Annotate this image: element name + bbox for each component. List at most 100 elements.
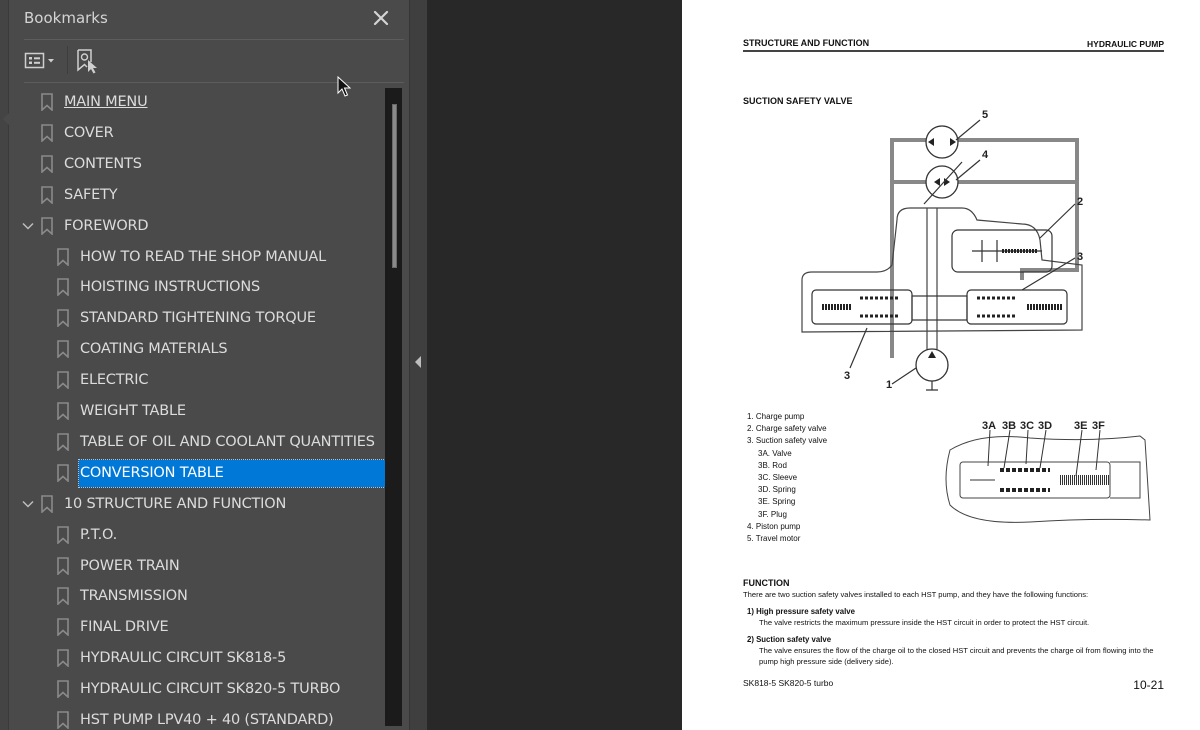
bookmark-item[interactable]: CONTENTS xyxy=(9,149,389,179)
legend-item: 5. Travel motor xyxy=(747,534,801,544)
bookmark-label: STANDARD TIGHTENING TORQUE xyxy=(80,310,316,327)
legend-item: 1. Charge pump xyxy=(747,412,805,421)
bookmark-item[interactable]: TRANSMISSION xyxy=(9,581,389,611)
bookmark-item[interactable]: 10 STRUCTURE AND FUNCTION xyxy=(9,489,389,519)
bookmark-icon xyxy=(41,124,53,142)
bookmark-label: HOISTING INSTRUCTIONS xyxy=(80,279,261,296)
bookmark-item[interactable]: HST PUMP LPV40 + 40 (STANDARD) xyxy=(9,705,389,730)
bookmark-label: CONTENTS xyxy=(64,155,142,172)
suction-safety-valve-circuit-diagram: 5 4 2 3 3 1 xyxy=(801,109,1083,391)
page-header-section: STRUCTURE AND FUNCTION xyxy=(743,38,870,48)
callout-label: 3C xyxy=(1020,420,1034,432)
left-edge-strip xyxy=(0,0,9,730)
legend-item: 3. Suction safety valve xyxy=(747,436,828,446)
panel-pointer-notch xyxy=(3,112,10,126)
bookmark-item[interactable]: FINAL DRIVE xyxy=(9,612,389,642)
bookmark-label: MAIN MENU xyxy=(64,94,148,110)
function-item-text: The valve restricts the maximum pressure… xyxy=(759,618,1090,627)
bookmark-icon xyxy=(57,711,69,729)
bookmark-icon xyxy=(57,556,69,575)
bookmark-icon xyxy=(41,494,53,513)
chevron-down-icon[interactable] xyxy=(21,497,35,511)
bookmark-options-button[interactable] xyxy=(24,50,60,72)
bookmark-options-icon xyxy=(24,52,54,69)
callout-label: 3 xyxy=(1077,251,1083,263)
page-footer-models: SK818-5 SK820-5 turbo xyxy=(743,678,834,688)
callout-label: 3 xyxy=(844,370,850,382)
bookmark-label: HYDRAULIC CIRCUIT SK818-5 xyxy=(80,650,287,667)
bookmarks-panel: Bookmarks MAIN MENU COVER CONTENTS SAFET… xyxy=(9,0,409,730)
bookmark-item[interactable]: ELECTRIC xyxy=(9,365,389,395)
bookmark-item[interactable]: TABLE OF OIL AND COOLANT QUANTITIES xyxy=(9,427,389,457)
bookmark-item[interactable]: P.T.O. xyxy=(9,520,389,550)
bookmark-item[interactable]: CONVERSION TABLE xyxy=(9,458,389,488)
bookmark-label: COATING MATERIALS xyxy=(80,341,228,358)
close-bookmarks-button[interactable] xyxy=(371,8,391,28)
page-header-topic: HYDRAULIC PUMP xyxy=(1087,39,1164,49)
bookmark-label: 10 STRUCTURE AND FUNCTION xyxy=(64,495,287,512)
panel-splitter[interactable] xyxy=(409,0,427,730)
bookmark-icon xyxy=(57,371,69,390)
function-item-title: 2) Suction safety valve xyxy=(747,635,832,644)
document-page: STRUCTURE AND FUNCTION HYDRAULIC PUMP SU… xyxy=(682,0,1200,730)
chevron-down-icon[interactable] xyxy=(21,219,35,233)
suction-safety-valve-detail-diagram: 3A 3B 3C 3D 3E 3F xyxy=(945,420,1151,523)
bookmark-label: POWER TRAIN xyxy=(80,557,180,574)
bookmark-icon xyxy=(57,402,69,420)
bookmark-icon xyxy=(41,185,53,204)
callout-label: 4 xyxy=(982,149,989,161)
bookmark-label: TRANSMISSION xyxy=(80,588,188,605)
bookmark-icon xyxy=(41,93,53,111)
legend-item: 3B. Rod xyxy=(758,460,787,470)
bookmark-item[interactable]: HYDRAULIC CIRCUIT SK818-5 xyxy=(9,643,389,673)
bookmark-label: HYDRAULIC CIRCUIT SK820-5 TURBO xyxy=(80,681,341,698)
bookmark-item[interactable]: HOISTING INSTRUCTIONS xyxy=(9,272,389,302)
bookmark-item[interactable]: STANDARD TIGHTENING TORQUE xyxy=(9,303,389,333)
bookmark-icon xyxy=(57,433,69,451)
bookmarks-panel-title: Bookmarks xyxy=(24,9,108,27)
callout-label: 5 xyxy=(982,109,988,121)
bookmarks-toolbar xyxy=(9,42,409,80)
collapse-panel-arrow-icon[interactable] xyxy=(415,356,421,368)
bookmark-label: SAFETY xyxy=(64,186,118,203)
function-intro: There are two suction safety valves inst… xyxy=(743,590,1089,599)
bookmark-icon xyxy=(41,216,53,235)
callout-label: 3A xyxy=(982,420,996,432)
bookmark-icon xyxy=(57,463,69,482)
bookmark-item[interactable]: COATING MATERIALS xyxy=(9,334,389,364)
bookmark-label: HST PUMP LPV40 + 40 (STANDARD) xyxy=(80,712,334,728)
bookmark-icon xyxy=(57,340,69,359)
legend-item: 2. Charge safety valve xyxy=(747,424,827,434)
bookmark-icon xyxy=(57,525,69,544)
find-current-bookmark-icon xyxy=(77,49,97,74)
callout-label: 3F xyxy=(1092,420,1105,432)
bookmark-item[interactable]: COVER xyxy=(9,118,389,148)
callout-label: 3E xyxy=(1074,420,1087,432)
bookmark-item[interactable]: HOW TO READ THE SHOP MANUAL xyxy=(9,242,389,272)
pdf-viewer-window: Bookmarks MAIN MENU COVER CONTENTS SAFET… xyxy=(0,0,1200,730)
callout-label: 1 xyxy=(886,379,892,391)
bookmark-item[interactable]: FOREWORD xyxy=(9,211,389,241)
bookmark-item[interactable]: POWER TRAIN xyxy=(9,551,389,581)
bookmark-scrollbar-thumb[interactable] xyxy=(392,104,397,268)
find-current-bookmark-button[interactable] xyxy=(76,48,100,74)
bookmark-label: CONVERSION TABLE xyxy=(78,458,386,488)
bookmark-icon xyxy=(57,618,69,637)
bookmark-label: FOREWORD xyxy=(64,217,149,234)
legend-item: 4. Piston pump xyxy=(747,521,801,531)
legend-item: 3D. Spring xyxy=(758,485,796,495)
close-icon xyxy=(373,10,389,26)
callout-label: 3B xyxy=(1002,420,1016,432)
bookmark-item[interactable]: WEIGHT TABLE xyxy=(9,396,389,426)
bookmark-item[interactable]: MAIN MENU xyxy=(9,87,389,117)
bookmarks-panel-header: Bookmarks xyxy=(9,0,409,40)
bookmark-icon xyxy=(57,587,69,606)
legend-item: 3E. Spring xyxy=(758,497,796,507)
bookmark-item[interactable]: SAFETY xyxy=(9,180,389,210)
bookmark-label: COVER xyxy=(64,124,114,141)
legend-item: 3C. Sleeve xyxy=(758,473,798,483)
callout-label: 2 xyxy=(1077,196,1083,208)
legend-item: 3F. Plug xyxy=(758,509,787,519)
bookmark-item[interactable]: HYDRAULIC CIRCUIT SK820-5 TURBO xyxy=(9,674,389,704)
bookmark-icon xyxy=(57,309,69,328)
